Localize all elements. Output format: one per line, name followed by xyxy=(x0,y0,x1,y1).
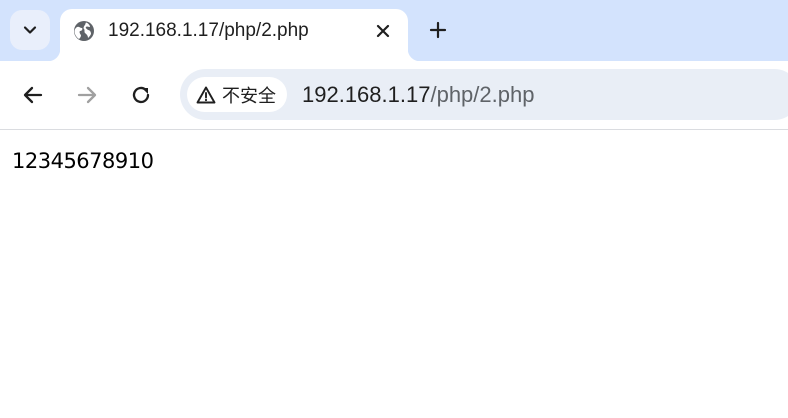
tab-search-button[interactable] xyxy=(10,10,50,50)
browser-window: 192.168.1.17/php/2.php 不安全 192.168.1.17/… xyxy=(0,0,788,418)
toolbar: 不安全 192.168.1.17/php/2.php xyxy=(0,61,788,129)
url-display[interactable]: 192.168.1.17/php/2.php xyxy=(302,82,534,108)
url-path: /php/2.php xyxy=(430,82,535,107)
back-button[interactable] xyxy=(16,78,50,112)
tab-active[interactable]: 192.168.1.17/php/2.php xyxy=(48,9,420,61)
tab-close-button[interactable] xyxy=(372,20,394,42)
tab-title: 192.168.1.17/php/2.php xyxy=(108,20,309,41)
chevron-down-icon xyxy=(23,26,37,34)
reload-button[interactable] xyxy=(124,78,158,112)
plus-icon xyxy=(429,21,447,39)
arrow-right-icon xyxy=(77,86,97,104)
address-bar[interactable]: 不安全 192.168.1.17/php/2.php xyxy=(180,69,788,120)
forward-button[interactable] xyxy=(70,78,104,112)
page-content: 12345678910 xyxy=(0,130,788,418)
page-body-text: 12345678910 xyxy=(12,149,154,173)
tab-strip: 192.168.1.17/php/2.php xyxy=(0,0,788,61)
security-label: 不安全 xyxy=(222,85,276,106)
close-icon xyxy=(376,24,390,38)
security-indicator[interactable]: 不安全 xyxy=(187,77,287,112)
url-host: 192.168.1.17 xyxy=(302,82,431,107)
globe-icon xyxy=(74,21,94,41)
arrow-left-icon xyxy=(23,86,43,104)
warning-triangle-icon xyxy=(196,86,216,103)
new-tab-button[interactable] xyxy=(424,16,452,44)
reload-icon xyxy=(132,86,150,104)
